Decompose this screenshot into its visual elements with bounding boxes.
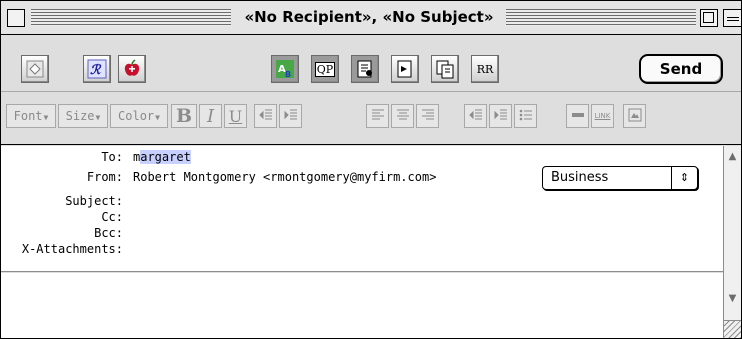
- main-toolbar: ℛ AB QP RR Send: [1, 36, 741, 92]
- message-body[interactable]: [1, 273, 723, 338]
- align-left-icon: [371, 107, 385, 126]
- color-menu-label: Color: [118, 109, 155, 123]
- bold-label: B: [175, 105, 193, 127]
- bold-button[interactable]: B: [171, 104, 197, 128]
- subject-label: Subject:: [65, 194, 123, 208]
- attachments-label: X-Attachments:: [21, 242, 123, 256]
- styled-text-icon: AB: [275, 59, 295, 79]
- chevron-down-icon: ▼: [95, 113, 101, 122]
- attach-file-button[interactable]: [351, 55, 379, 83]
- cc-header-row[interactable]: Cc:: [1, 210, 701, 226]
- align-right-button[interactable]: [416, 104, 439, 128]
- copy-icon: [435, 59, 455, 79]
- from-label: From:: [86, 170, 123, 184]
- italic-button[interactable]: I: [199, 104, 222, 128]
- styled-text-button[interactable]: AB: [271, 55, 299, 83]
- horizontal-rule-icon: [571, 107, 585, 126]
- from-field[interactable]: Robert Montgomery <rmontgomery@myfirm.co…: [133, 170, 436, 184]
- personality-popup[interactable]: Business ⇕: [542, 166, 698, 190]
- format-toolbar: Font▼ Size▼ Color▼ B I U LINK: [1, 93, 741, 145]
- bcc-label: Bcc:: [94, 226, 123, 240]
- cc-label: Cc:: [101, 210, 123, 224]
- decrease-margin-button[interactable]: [464, 104, 487, 128]
- quoted-printable-button[interactable]: QP: [311, 55, 339, 83]
- chevron-down-icon: ▼: [43, 113, 49, 122]
- spell-check-button[interactable]: [118, 55, 146, 83]
- return-receipt-icon: RR: [476, 62, 494, 76]
- to-autocomplete-selection: argaret: [140, 150, 191, 164]
- updown-arrows-icon: ⇕: [671, 167, 697, 189]
- link-label: LINK: [594, 112, 611, 120]
- signature-button[interactable]: [21, 55, 49, 83]
- insert-image-button[interactable]: [623, 104, 646, 128]
- bullet-list-icon: [519, 107, 533, 126]
- resize-grip-icon[interactable]: [724, 320, 741, 338]
- size-menu[interactable]: Size▼: [58, 104, 108, 128]
- underline-label: U: [228, 106, 243, 126]
- insert-image-icon: [628, 107, 642, 126]
- indent-icon: [284, 107, 298, 126]
- return-receipt-button[interactable]: RR: [471, 55, 499, 83]
- title-stripes-left: [31, 9, 231, 26]
- rich-text-icon: [395, 59, 415, 79]
- align-center-icon: [396, 107, 410, 126]
- svg-text:B: B: [285, 70, 291, 79]
- italic-label: I: [206, 105, 215, 127]
- personality-icon: ℛ: [87, 59, 107, 79]
- color-menu[interactable]: Color▼: [110, 104, 168, 128]
- increase-margin-button[interactable]: [489, 104, 512, 128]
- spell-check-apple-icon: [122, 59, 142, 79]
- size-menu-label: Size: [65, 109, 95, 123]
- outdent-button[interactable]: [254, 104, 277, 128]
- personality-popup-value: Business: [551, 170, 609, 185]
- title-stripes-right: [506, 9, 696, 26]
- align-left-button[interactable]: [366, 104, 389, 128]
- to-field[interactable]: margaret: [133, 150, 191, 164]
- align-right-icon: [421, 107, 435, 126]
- signature-icon: [26, 60, 44, 78]
- bcc-header-row[interactable]: Bcc:: [1, 226, 701, 242]
- increase-margin-icon: [494, 107, 508, 126]
- chevron-down-icon: ▼: [155, 113, 160, 122]
- personality-button[interactable]: ℛ: [83, 55, 111, 83]
- align-center-button[interactable]: [391, 104, 414, 128]
- attach-file-icon: [355, 59, 375, 79]
- send-button[interactable]: Send: [639, 54, 723, 84]
- message-headers: To: margaret From: Robert Montgomery <rm…: [1, 146, 723, 272]
- to-label: To:: [101, 150, 123, 164]
- vertical-scrollbar[interactable]: ▲ ▼: [723, 146, 741, 338]
- scroll-down-arrow-icon[interactable]: ▼: [724, 290, 741, 306]
- link-button[interactable]: LINK: [591, 104, 614, 128]
- decrease-margin-icon: [468, 107, 483, 126]
- subject-header-row[interactable]: Subject:: [1, 194, 701, 210]
- to-header-row[interactable]: To: margaret: [1, 150, 701, 166]
- compose-window: «No Recipient», «No Subject» ℛ AB QP RR …: [0, 0, 742, 339]
- zoom-box-button[interactable]: [700, 9, 718, 27]
- outdent-icon: [258, 107, 273, 126]
- quoted-printable-icon: QP: [314, 61, 336, 77]
- copy-button[interactable]: [431, 55, 459, 83]
- font-menu-label: Font: [13, 109, 43, 123]
- attachments-header-row[interactable]: X-Attachments:: [1, 242, 701, 258]
- window-title: «No Recipient», «No Subject»: [239, 8, 499, 26]
- horizontal-rule-button[interactable]: [566, 104, 589, 128]
- underline-button[interactable]: U: [224, 104, 247, 128]
- indent-button[interactable]: [279, 104, 302, 128]
- close-box-button[interactable]: [7, 9, 25, 27]
- rich-text-button[interactable]: [391, 55, 419, 83]
- font-menu[interactable]: Font▼: [6, 104, 56, 128]
- title-bar[interactable]: «No Recipient», «No Subject»: [1, 1, 741, 35]
- svg-text:ℛ: ℛ: [90, 63, 102, 78]
- scroll-up-arrow-icon[interactable]: ▲: [724, 148, 741, 164]
- bullet-list-button[interactable]: [514, 104, 537, 128]
- collapse-box-button[interactable]: [723, 9, 741, 27]
